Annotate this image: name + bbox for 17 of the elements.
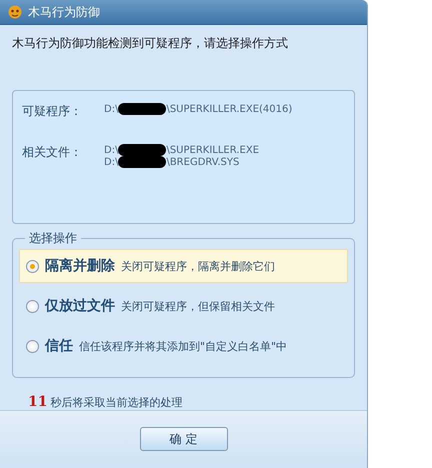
path-text: \SUPERKILLER.EXE(4016): [166, 104, 292, 115]
detail-label: 可疑程序：: [22, 103, 83, 120]
detail-label: 相关文件：: [22, 144, 83, 162]
path-text: D:\: [104, 104, 118, 115]
countdown-number: 11: [28, 394, 48, 410]
countdown-text: 秒后将采取当前选择的处理: [50, 395, 182, 410]
group-title: 选择操作: [28, 230, 78, 248]
ok-button[interactable]: 确 定: [140, 427, 228, 452]
path-text: \BREGDRV.SYS: [166, 156, 240, 168]
radio-option[interactable]: 信任 信任该程序并将其添加到"自定义白名单"中: [19, 329, 348, 364]
path-text: D:\: [104, 156, 118, 168]
radio-option[interactable]: 仅放过文件 关闭可疑程序，但保留相关文件: [19, 289, 348, 324]
radio-option[interactable]: 隔离并删除 关闭可疑程序，隔离并删除它们: [19, 249, 348, 284]
path-text: \SUPERKILLER.EXE: [166, 144, 260, 156]
path-text: D:\: [104, 144, 118, 156]
message-text: 木马行为防御功能检测到可疑程序，请选择操作方式: [12, 35, 289, 52]
window-title: 木马行为防御: [28, 4, 100, 21]
